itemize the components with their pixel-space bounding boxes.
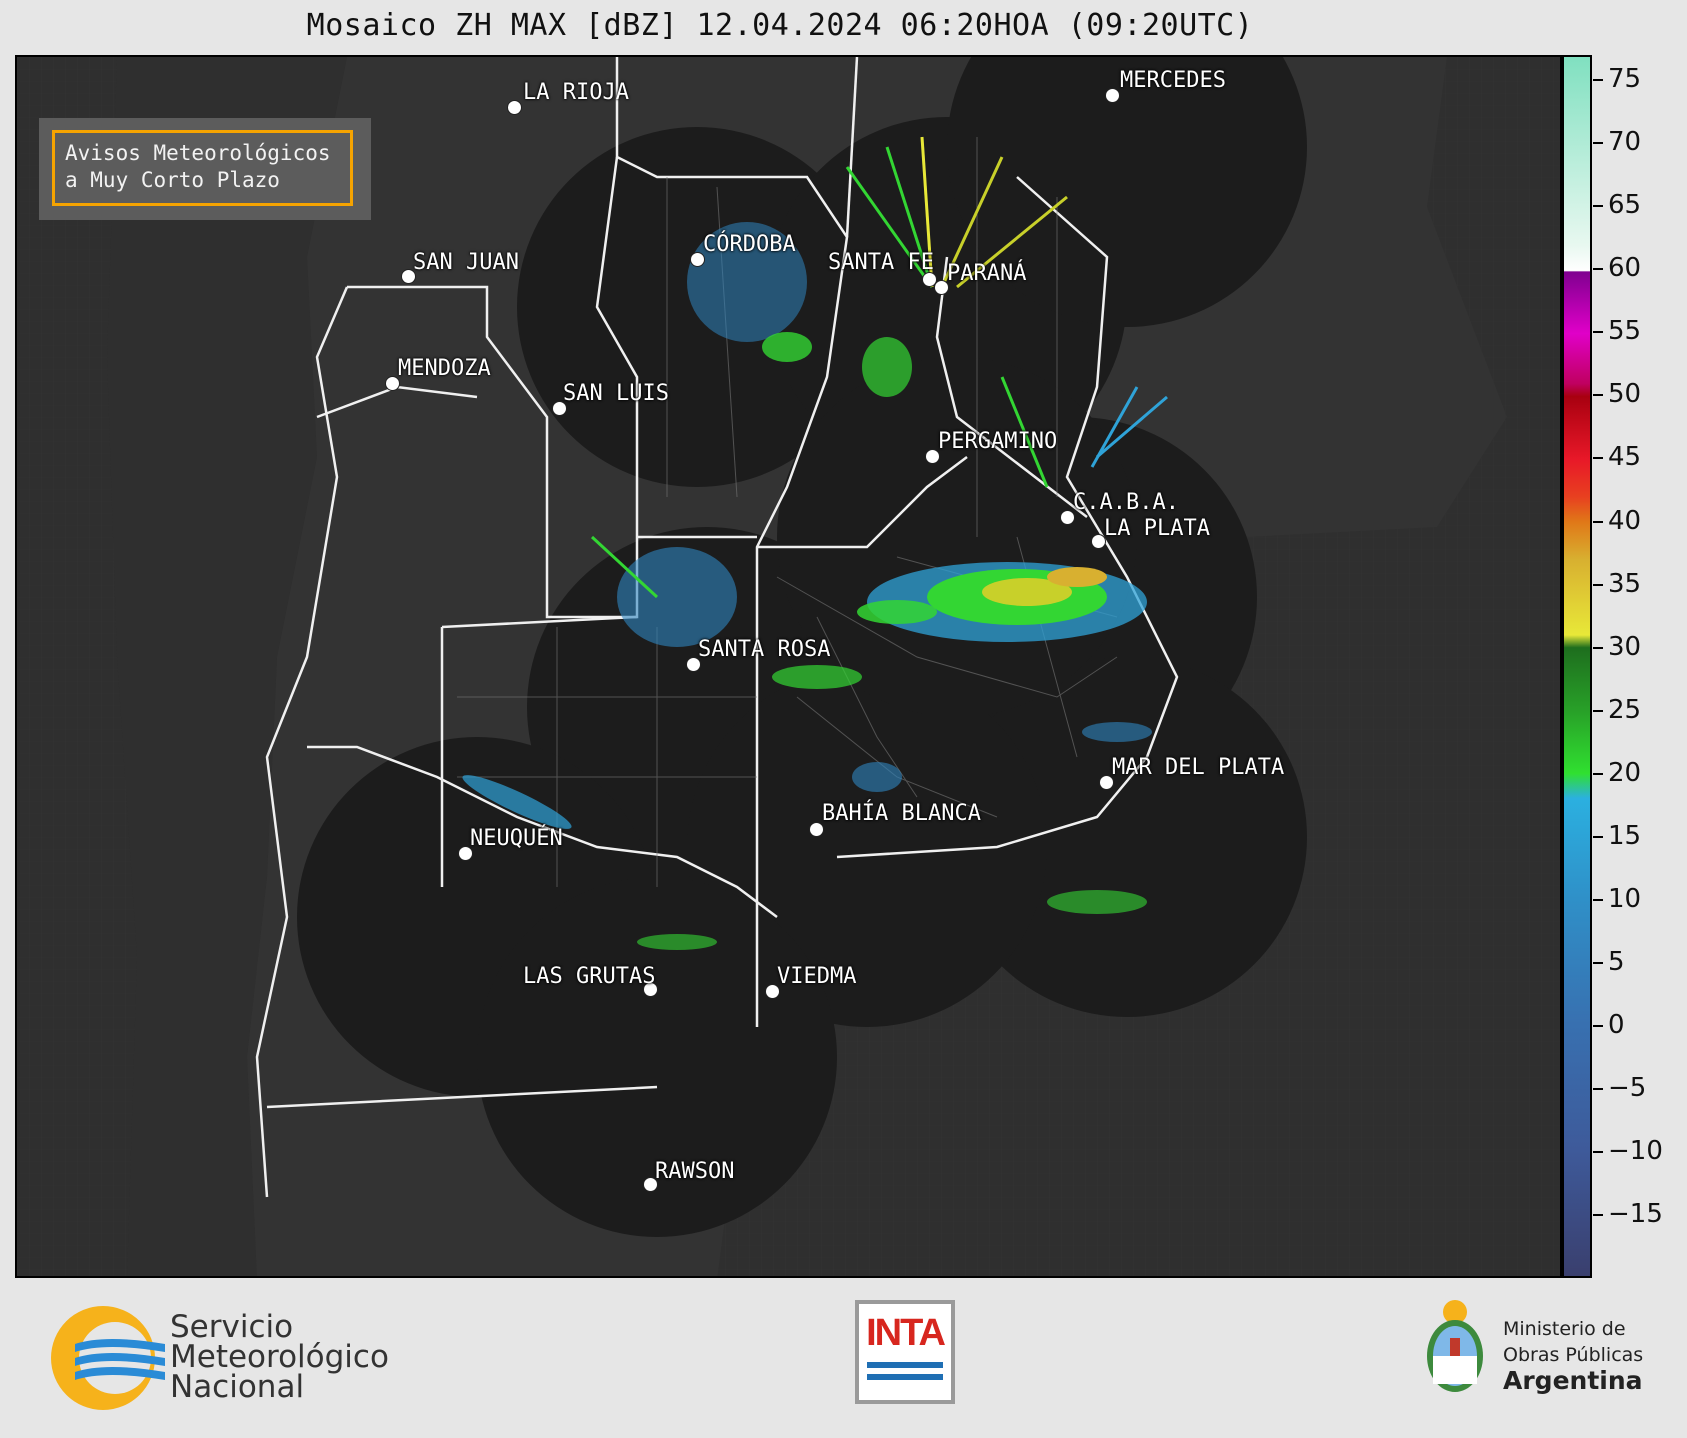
colorbar-tick xyxy=(1593,961,1603,964)
colorbar-tick-label: 10 xyxy=(1608,883,1642,914)
city-label-neuquen: NEUQUÉN xyxy=(470,826,563,851)
colorbar-tick xyxy=(1593,142,1603,145)
colorbar-tick-label: −10 xyxy=(1608,1135,1663,1166)
colorbar-tick-label: 25 xyxy=(1608,694,1642,725)
colorbar-tick xyxy=(1593,1024,1603,1027)
smn-line-1: Servicio xyxy=(170,1309,294,1345)
city-label-santa-fe: SANTA FE xyxy=(828,250,934,275)
notice-box: Avisos Meteorológicos a Muy Corto Plazo xyxy=(39,118,371,220)
colorbar-tick xyxy=(1593,205,1603,208)
city-label-las-grutas: LAS GRUTAS xyxy=(523,964,656,989)
colorbar-tick xyxy=(1593,646,1603,649)
colorbar-tick xyxy=(1593,835,1603,838)
notice-frame: Avisos Meteorológicos a Muy Corto Plazo xyxy=(52,130,353,206)
city-label-mendoza: MENDOZA xyxy=(398,356,491,381)
colorbar-tick xyxy=(1593,331,1603,334)
colorbar-tick-label: −5 xyxy=(1608,1072,1647,1103)
colorbar-tick xyxy=(1593,709,1603,712)
colorbar-tick-label: 30 xyxy=(1608,631,1642,662)
city-label-san-juan: SAN JUAN xyxy=(413,250,519,275)
city-label-la-plata: LA PLATA xyxy=(1104,516,1210,541)
city-label-viedma: VIEDMA xyxy=(777,964,857,989)
city-label-mercedes: MERCEDES xyxy=(1120,68,1226,93)
colorbar-tick xyxy=(1593,1150,1603,1153)
footer-logos: Servicio Meteorológico Nacional INTA Min… xyxy=(0,1278,1687,1438)
colorbar-tick-label: 70 xyxy=(1608,127,1642,158)
colorbar-tick-label: 60 xyxy=(1608,253,1642,284)
colorbar-tick-label: 0 xyxy=(1608,1009,1625,1040)
colorbar-tick xyxy=(1593,898,1603,901)
colorbar-tick-label: 35 xyxy=(1608,568,1642,599)
notice-line-2: a Muy Corto Plazo xyxy=(65,168,280,192)
map-title: Mosaico ZH MAX [dBZ] 12.04.2024 06:20HOA… xyxy=(306,8,1254,43)
colorbar-tick xyxy=(1593,1087,1603,1090)
colorbar-tick xyxy=(1593,520,1603,523)
smn-logo-text: Servicio Meteorológico Nacional xyxy=(170,1309,389,1405)
ministerio-line-1: Ministerio de xyxy=(1503,1318,1626,1340)
city-dot-mercedes xyxy=(1105,88,1120,103)
smn-logo-icon xyxy=(51,1306,165,1410)
colorbar-tick-label: 45 xyxy=(1608,442,1642,473)
colorbar-tick-label: 65 xyxy=(1608,190,1642,221)
city-dot-la-rioja xyxy=(507,100,522,115)
colorbar-tick xyxy=(1593,268,1603,271)
colorbar-tick xyxy=(1593,1213,1603,1216)
ministerio-line-2: Obras Públicas xyxy=(1503,1344,1644,1366)
city-label-la-rioja: LA RIOJA xyxy=(523,80,629,105)
inta-stripe-2 xyxy=(867,1374,943,1380)
colorbar-tick-label: −15 xyxy=(1608,1198,1663,1229)
colorbar-tick-label: 40 xyxy=(1608,505,1642,536)
smn-line-3: Nacional xyxy=(170,1369,305,1405)
colorbar-tick-label: 50 xyxy=(1608,379,1642,410)
colorbar-tick-label: 5 xyxy=(1608,946,1625,977)
city-label-san-luis: SAN LUIS xyxy=(563,381,669,406)
colorbar-tick-label: 20 xyxy=(1608,757,1642,788)
inta-logo: INTA xyxy=(855,1300,955,1404)
inta-stripe-1 xyxy=(867,1362,943,1368)
colorbar-tick-label: 15 xyxy=(1608,820,1642,851)
city-label-pergamino: PERGAMINO xyxy=(938,429,1058,454)
city-label-mar-del-plata: MAR DEL PLATA xyxy=(1112,755,1285,780)
city-label-bahia-blanca: BAHÍA BLANCA xyxy=(822,801,981,826)
city-label-parana: PARANÁ xyxy=(947,261,1027,286)
colorbar-tick-label: 55 xyxy=(1608,316,1642,347)
ministerio-line-3: Argentina xyxy=(1503,1366,1643,1395)
color-scale-bar xyxy=(1562,55,1592,1278)
city-label-caba: C.A.B.A. xyxy=(1073,490,1179,515)
city-label-cordoba: CÓRDOBA xyxy=(703,232,796,257)
colorbar-tick xyxy=(1593,79,1603,82)
ministerio-logo-text: Ministerio de Obras Públicas Argentina xyxy=(1503,1316,1643,1394)
smn-line-2: Meteorológico xyxy=(170,1339,389,1375)
colorbar-tick xyxy=(1593,772,1603,775)
colorbar-tick xyxy=(1593,457,1603,460)
radar-map[interactable]: Avisos Meteorológicos a Muy Corto Plazo … xyxy=(15,55,1562,1278)
notice-line-1: Avisos Meteorológicos xyxy=(65,141,331,165)
colorbar-tick xyxy=(1593,583,1603,586)
argentina-coat-of-arms-icon xyxy=(1427,1300,1483,1392)
colorbar-tick-label: 75 xyxy=(1608,64,1642,95)
city-label-santa-rosa: SANTA ROSA xyxy=(698,637,831,662)
city-label-rawson: RAWSON xyxy=(655,1159,735,1184)
colorbar-tick xyxy=(1593,394,1603,397)
inta-logo-text: INTA xyxy=(866,1312,946,1354)
